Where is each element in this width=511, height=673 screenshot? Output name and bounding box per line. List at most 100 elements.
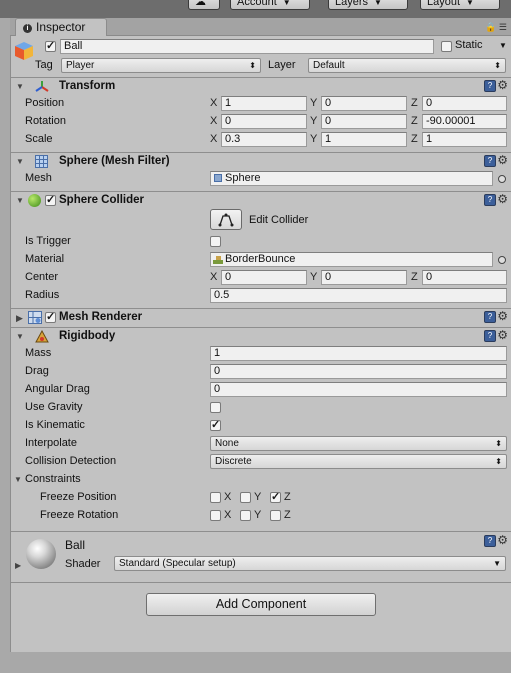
axis-z-label: Z bbox=[411, 133, 418, 145]
mesh-filter-header[interactable]: ▼ Sphere (Mesh Filter) ? ⚙ bbox=[11, 153, 510, 171]
freeze-rotation-y-checkbox[interactable] bbox=[240, 510, 251, 521]
chevron-down-icon[interactable]: ▼ bbox=[499, 41, 507, 50]
scale-row: Scale X 0.3 Y 1 Z 1 bbox=[11, 131, 510, 149]
shader-dropdown[interactable]: Standard (Specular setup) ▼ bbox=[114, 556, 506, 571]
transform-header[interactable]: ▼ Transform ? ⚙ bbox=[11, 78, 510, 96]
is-kinematic-checkbox[interactable]: ✓ bbox=[210, 420, 221, 431]
center-x-input[interactable]: 0 bbox=[221, 270, 307, 285]
axis-y-label: Y bbox=[310, 115, 318, 127]
rotation-z-input[interactable]: -90.00001 bbox=[422, 114, 507, 129]
layout-label: Layout bbox=[427, 0, 461, 8]
account-dropdown[interactable]: Account ▼ bbox=[230, 0, 310, 10]
active-checkbox[interactable]: ✓ bbox=[45, 41, 56, 52]
rotation-row: Rotation X 0 Y 0 Z -90.00001 bbox=[11, 113, 510, 131]
edit-collider-row: Edit Collider bbox=[11, 208, 510, 232]
axis-x-label: X bbox=[224, 509, 232, 521]
gear-icon[interactable]: ⚙ bbox=[497, 328, 508, 342]
freeze-position-x-checkbox[interactable] bbox=[210, 492, 221, 503]
tab-inspector[interactable]: i Inspector bbox=[15, 18, 107, 37]
freeze-rotation-x-checkbox[interactable] bbox=[210, 510, 221, 521]
add-component-button[interactable]: Add Component bbox=[146, 593, 376, 616]
mass-input[interactable]: 1 bbox=[210, 346, 507, 361]
shader-label: Shader bbox=[65, 558, 101, 570]
object-picker-icon[interactable] bbox=[498, 256, 506, 264]
axis-x-label: X bbox=[224, 491, 232, 503]
foldout-open-icon[interactable]: ▼ bbox=[14, 475, 22, 484]
freeze-position-y-checkbox[interactable] bbox=[240, 492, 251, 503]
tag-dropdown[interactable]: Player ⬍ bbox=[61, 58, 261, 73]
material-value: BorderBounce bbox=[225, 253, 296, 265]
cloud-button[interactable]: ☁ bbox=[188, 0, 220, 10]
rigidbody-header[interactable]: ▼ Rigidbody ? ⚙ bbox=[11, 328, 510, 346]
center-z-input[interactable]: 0 bbox=[422, 270, 507, 285]
layer-dropdown[interactable]: Default ⬍ bbox=[308, 58, 506, 73]
menu-icon[interactable]: ☰ bbox=[499, 22, 507, 32]
position-row: Position X 1 Y 0 Z 0 bbox=[11, 95, 510, 113]
help-icon[interactable]: ? bbox=[484, 80, 496, 92]
mesh-renderer-enabled-checkbox[interactable]: ✓ bbox=[45, 312, 56, 323]
tab-options[interactable]: 🔒 ☰ bbox=[485, 22, 507, 33]
foldout-open-icon[interactable]: ▼ bbox=[16, 332, 24, 341]
position-y-input[interactable]: 0 bbox=[321, 96, 407, 111]
position-z-input[interactable]: 0 bbox=[422, 96, 507, 111]
freeze-position-z-checkbox[interactable]: ✓ bbox=[270, 492, 281, 503]
lock-icon[interactable]: 🔒 bbox=[485, 22, 496, 32]
angular-drag-input[interactable]: 0 bbox=[210, 382, 507, 397]
gear-icon[interactable]: ⚙ bbox=[497, 309, 508, 323]
layout-dropdown[interactable]: Layout ▼ bbox=[420, 0, 500, 10]
sphere-collider-title: Sphere Collider bbox=[59, 194, 144, 206]
angular-drag-row: Angular Drag 0 bbox=[11, 381, 510, 399]
center-label: Center bbox=[25, 271, 59, 283]
foldout-open-icon[interactable]: ▼ bbox=[16, 196, 24, 205]
foldout-closed-icon[interactable]: ▶ bbox=[16, 313, 23, 324]
help-icon[interactable]: ? bbox=[484, 194, 496, 206]
sphere-collider-enabled-checkbox[interactable]: ✓ bbox=[45, 195, 56, 206]
use-gravity-checkbox[interactable] bbox=[210, 402, 221, 413]
mesh-object-field[interactable]: Sphere bbox=[210, 171, 493, 186]
is-trigger-checkbox[interactable] bbox=[210, 236, 221, 247]
mesh-renderer-header[interactable]: ▶ ✓ Mesh Renderer ? ⚙ bbox=[11, 309, 510, 327]
axis-y-label: Y bbox=[310, 133, 318, 145]
axis-y-label: Y bbox=[310, 97, 318, 109]
foldout-open-icon[interactable]: ▼ bbox=[16, 82, 24, 91]
gear-icon[interactable]: ⚙ bbox=[497, 78, 508, 92]
gameobject-cube-icon bbox=[15, 42, 33, 60]
static-checkbox[interactable] bbox=[441, 41, 452, 52]
radius-input[interactable]: 0.5 bbox=[210, 288, 507, 303]
material-object-field[interactable]: BorderBounce bbox=[210, 252, 493, 267]
constraints-row[interactable]: ▼ Constraints bbox=[11, 471, 510, 489]
scale-label: Scale bbox=[25, 133, 53, 145]
constraints-label: Constraints bbox=[25, 473, 81, 485]
freeze-rotation-z-checkbox[interactable] bbox=[270, 510, 281, 521]
object-name-input[interactable]: Ball bbox=[60, 39, 434, 54]
tag-value: Player bbox=[66, 60, 95, 71]
collision-detection-dropdown[interactable]: Discrete ⬍ bbox=[210, 454, 507, 469]
gear-icon[interactable]: ⚙ bbox=[497, 533, 508, 547]
use-gravity-label: Use Gravity bbox=[25, 401, 83, 413]
divider bbox=[11, 582, 511, 583]
help-icon[interactable]: ? bbox=[484, 535, 496, 547]
scale-x-input[interactable]: 0.3 bbox=[221, 132, 307, 147]
interpolate-dropdown[interactable]: None ⬍ bbox=[210, 436, 507, 451]
scale-z-input[interactable]: 1 bbox=[422, 132, 507, 147]
rotation-x-input[interactable]: 0 bbox=[221, 114, 307, 129]
help-icon[interactable]: ? bbox=[484, 330, 496, 342]
foldout-closed-icon[interactable]: ▶ bbox=[15, 561, 21, 570]
gear-icon[interactable]: ⚙ bbox=[497, 153, 508, 167]
foldout-open-icon[interactable]: ▼ bbox=[16, 157, 24, 166]
tag-label: Tag bbox=[35, 59, 53, 71]
center-y-input[interactable]: 0 bbox=[321, 270, 407, 285]
drag-input[interactable]: 0 bbox=[210, 364, 507, 379]
edit-collider-button[interactable] bbox=[210, 209, 242, 230]
help-icon[interactable]: ? bbox=[484, 311, 496, 323]
rotation-y-input[interactable]: 0 bbox=[321, 114, 407, 129]
gear-icon[interactable]: ⚙ bbox=[497, 192, 508, 206]
account-label: Account bbox=[237, 0, 277, 8]
material-name: Ball bbox=[65, 538, 86, 552]
layers-dropdown[interactable]: Layers ▼ bbox=[328, 0, 408, 10]
object-picker-icon[interactable] bbox=[498, 175, 506, 183]
help-icon[interactable]: ? bbox=[484, 155, 496, 167]
position-x-input[interactable]: 1 bbox=[221, 96, 307, 111]
axis-z-label: Z bbox=[284, 509, 291, 521]
scale-y-input[interactable]: 1 bbox=[321, 132, 407, 147]
